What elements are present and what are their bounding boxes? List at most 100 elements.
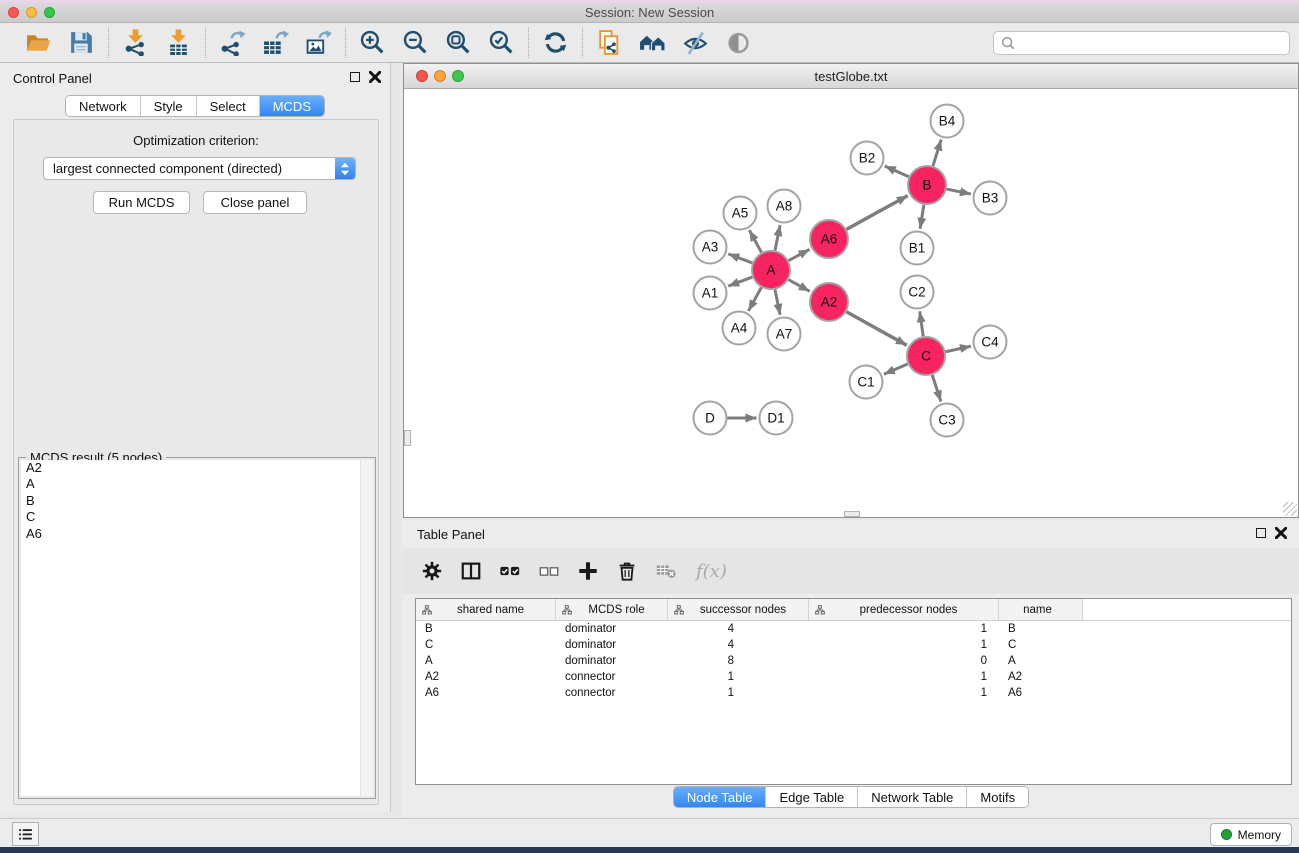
canvas-vertical-scroll-thumb[interactable]: [404, 430, 411, 446]
cell-shared-name[interactable]: A6: [416, 687, 556, 699]
window-resize-grip[interactable]: [1283, 502, 1297, 516]
node-table[interactable]: shared nameMCDS rolesuccessor nodesprede…: [415, 598, 1292, 785]
graph-edge-C-C4[interactable]: [946, 346, 971, 352]
float-panel-icon[interactable]: [350, 72, 360, 82]
minimize-window-button[interactable]: [26, 7, 37, 18]
clone-network-icon[interactable]: [596, 29, 623, 56]
export-table-icon[interactable]: [262, 29, 289, 56]
tab-motifs[interactable]: Motifs: [966, 787, 1028, 807]
app-titlebar[interactable]: Session: New Session: [0, 3, 1299, 23]
graph-edge-A-A5[interactable]: [749, 230, 761, 252]
network-window-titlebar[interactable]: testGlobe.txt: [404, 64, 1298, 89]
network-close-button[interactable]: [416, 70, 428, 82]
zoom-out-icon[interactable]: [402, 29, 429, 56]
column-header-mcds-role[interactable]: MCDS role: [556, 599, 668, 620]
table-row-B[interactable]: Bdominator41B: [416, 621, 1291, 637]
result-item-A[interactable]: A: [21, 476, 373, 492]
network-canvas[interactable]: B4B2BB3B1A5A8A6A3AA1A2C2A4A7C4CC1C3DD1: [404, 89, 1298, 517]
graph-edge-C-C2[interactable]: [920, 311, 923, 336]
result-list-scrollbar[interactable]: [360, 460, 373, 796]
import-network-icon[interactable]: [122, 29, 149, 56]
graph-edge-A-A2[interactable]: [789, 280, 810, 292]
graph-edge-A6-B[interactable]: [847, 196, 908, 230]
close-panel-button[interactable]: Close panel: [203, 191, 307, 214]
cell-shared-name[interactable]: A: [416, 655, 556, 667]
cell-successor-nodes[interactable]: 1: [668, 687, 809, 699]
cell-predecessor-nodes[interactable]: 0: [809, 655, 999, 667]
cell-predecessor-nodes[interactable]: 1: [809, 671, 999, 683]
search-input[interactable]: [1016, 36, 1289, 50]
close-window-button[interactable]: [8, 7, 19, 18]
maximize-window-button[interactable]: [44, 7, 55, 18]
cell-name[interactable]: B: [999, 623, 1083, 635]
result-item-C[interactable]: C: [21, 509, 373, 525]
graph-edge-C-C1[interactable]: [884, 364, 908, 374]
column-header-shared-name[interactable]: shared name: [416, 599, 556, 620]
import-table-icon[interactable]: [165, 29, 192, 56]
graph-edge-A-A7[interactable]: [775, 290, 780, 315]
tab-node-table[interactable]: Node Table: [674, 787, 766, 807]
save-session-icon[interactable]: [68, 29, 95, 56]
zoom-in-icon[interactable]: [359, 29, 386, 56]
table-row-A[interactable]: Adominator80A: [416, 653, 1291, 669]
memory-button[interactable]: Memory: [1210, 823, 1292, 846]
tab-mcds[interactable]: MCDS: [259, 96, 324, 116]
zoom-selected-icon[interactable]: [488, 29, 515, 56]
cybrowser-home-icon[interactable]: [639, 29, 666, 56]
graph-edge-C-C3[interactable]: [932, 375, 941, 401]
graph-edge-B-B4[interactable]: [933, 140, 941, 166]
table-row-A2[interactable]: A2connector11A2: [416, 669, 1291, 685]
cell-name[interactable]: A: [999, 655, 1083, 667]
table-row-C[interactable]: Cdominator41C: [416, 637, 1291, 653]
tab-network-table[interactable]: Network Table: [857, 787, 966, 807]
graph-edge-A-A4[interactable]: [748, 288, 761, 311]
graph-edge-B-B1[interactable]: [920, 205, 924, 229]
select-all-checkboxes-icon[interactable]: [499, 560, 521, 582]
tab-network[interactable]: Network: [66, 96, 140, 116]
graph-edge-A-A6[interactable]: [789, 249, 810, 260]
network-graph[interactable]: B4B2BB3B1A5A8A6A3AA1A2C2A4A7C4CC1C3DD1: [404, 89, 1298, 517]
zoom-fit-icon[interactable]: [445, 29, 472, 56]
show-panels-icon[interactable]: [725, 29, 752, 56]
graph-edge-A-A3[interactable]: [728, 254, 752, 263]
close-panel-icon[interactable]: [369, 71, 381, 83]
graph-edge-A2-C[interactable]: [846, 312, 906, 346]
criterion-dropdown[interactable]: largest connected component (directed): [43, 157, 356, 180]
float-table-panel-icon[interactable]: [1256, 528, 1266, 538]
cell-name[interactable]: A6: [999, 687, 1083, 699]
cell-predecessor-nodes[interactable]: 1: [809, 687, 999, 699]
tab-edge-table[interactable]: Edge Table: [765, 787, 857, 807]
cell-shared-name[interactable]: A2: [416, 671, 556, 683]
tab-select[interactable]: Select: [196, 96, 259, 116]
hide-panels-icon[interactable]: [682, 29, 709, 56]
cell-shared-name[interactable]: B: [416, 623, 556, 635]
column-header-name[interactable]: name: [999, 599, 1083, 620]
column-header-predecessor-nodes[interactable]: predecessor nodes: [809, 599, 999, 620]
run-mcds-button[interactable]: Run MCDS: [93, 191, 190, 214]
network-maximize-button[interactable]: [452, 70, 464, 82]
refresh-icon[interactable]: [542, 29, 569, 56]
cell-shared-name[interactable]: C: [416, 639, 556, 651]
close-table-panel-icon[interactable]: [1275, 527, 1287, 539]
graph-edge-B-B3[interactable]: [947, 189, 971, 194]
table-row-A6[interactable]: A6connector11A6: [416, 685, 1291, 701]
add-column-icon[interactable]: [577, 560, 599, 582]
cell-mcds-role[interactable]: connector: [556, 687, 668, 699]
cell-mcds-role[interactable]: dominator: [556, 623, 668, 635]
cell-predecessor-nodes[interactable]: 1: [809, 623, 999, 635]
task-history-button[interactable]: [12, 822, 39, 846]
cell-successor-nodes[interactable]: 4: [668, 623, 809, 635]
mcds-result-list[interactable]: A2ABCA6: [21, 460, 373, 796]
cell-successor-nodes[interactable]: 8: [668, 655, 809, 667]
graph-edge-A-A8[interactable]: [775, 225, 780, 250]
deselect-all-checkboxes-icon[interactable]: [538, 560, 560, 582]
network-minimize-button[interactable]: [434, 70, 446, 82]
split-columns-icon[interactable]: [460, 560, 482, 582]
cell-mcds-role[interactable]: dominator: [556, 655, 668, 667]
settings-gear-icon[interactable]: [421, 560, 443, 582]
cell-predecessor-nodes[interactable]: 1: [809, 639, 999, 651]
tab-style[interactable]: Style: [140, 96, 196, 116]
column-header-successor-nodes[interactable]: successor nodes: [668, 599, 809, 620]
cell-successor-nodes[interactable]: 4: [668, 639, 809, 651]
delete-column-icon[interactable]: [616, 560, 638, 582]
